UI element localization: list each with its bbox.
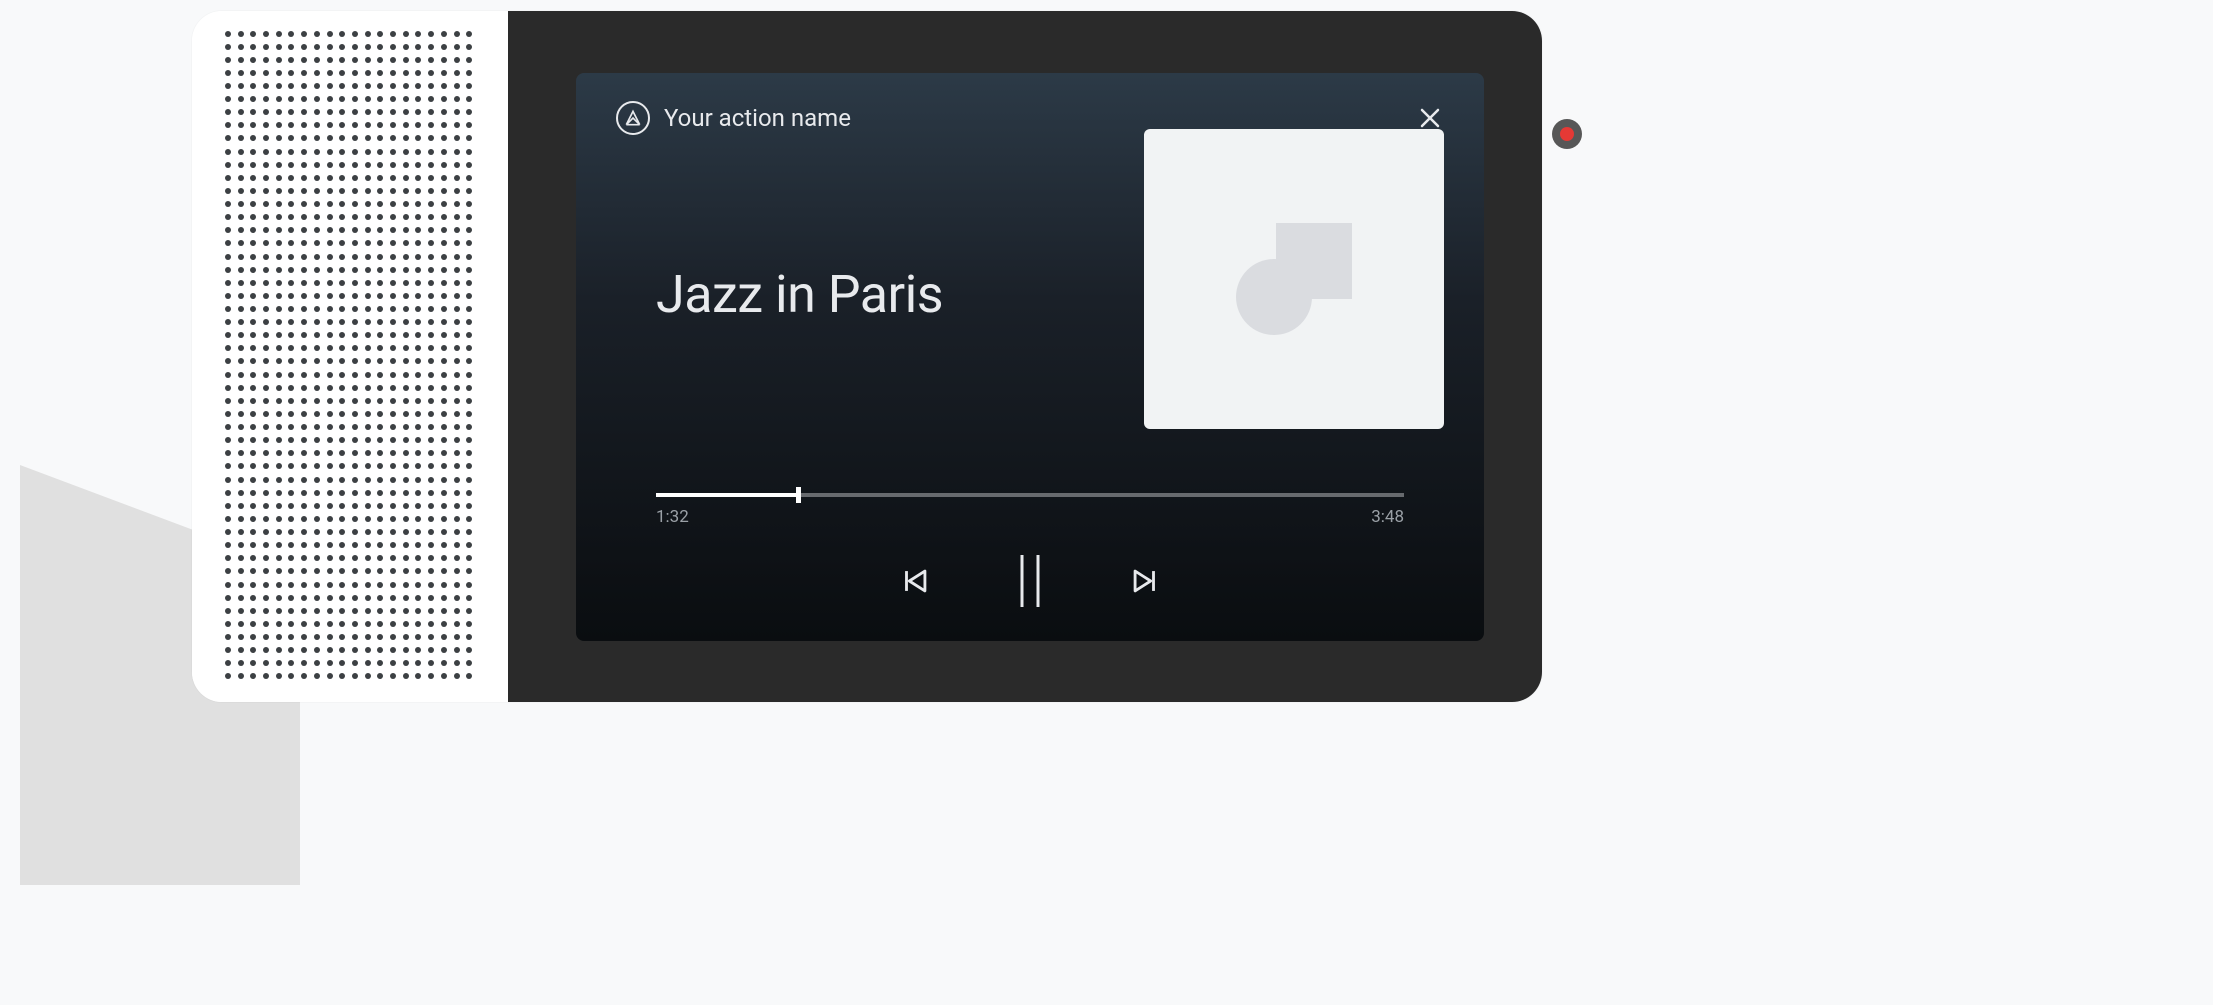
next-button[interactable] <box>1128 564 1162 598</box>
time-row: 1:32 3:48 <box>656 507 1404 527</box>
speaker-panel <box>192 11 508 702</box>
playback-controls <box>616 553 1444 609</box>
device-screen: Your action name Jazz in Paris <box>508 11 1542 702</box>
skip-next-icon <box>1128 564 1162 598</box>
speaker-grill <box>225 31 475 683</box>
record-indicator-icon <box>1560 127 1574 141</box>
seek-thumb[interactable] <box>796 487 801 503</box>
media-player-card: Your action name Jazz in Paris <box>576 73 1484 641</box>
image-placeholder-icon <box>1236 223 1352 335</box>
logo-glyph-icon <box>623 108 643 128</box>
track-title: Jazz in Paris <box>656 264 943 325</box>
elapsed-time: 1:32 <box>656 507 689 527</box>
seek-bar[interactable] <box>656 493 1404 497</box>
progress-section: 1:32 3:48 <box>616 493 1444 527</box>
pause-button[interactable] <box>1010 553 1050 609</box>
skip-previous-icon <box>898 564 932 598</box>
previous-button[interactable] <box>898 564 932 598</box>
duration-time: 3:48 <box>1371 507 1404 527</box>
pause-icon <box>1010 553 1050 609</box>
album-art-placeholder <box>1144 129 1444 429</box>
seek-fill <box>656 493 798 497</box>
media-content: Jazz in Paris <box>616 115 1444 473</box>
app-logo-icon <box>616 101 650 135</box>
smart-display-device: Your action name Jazz in Paris <box>192 11 1542 702</box>
